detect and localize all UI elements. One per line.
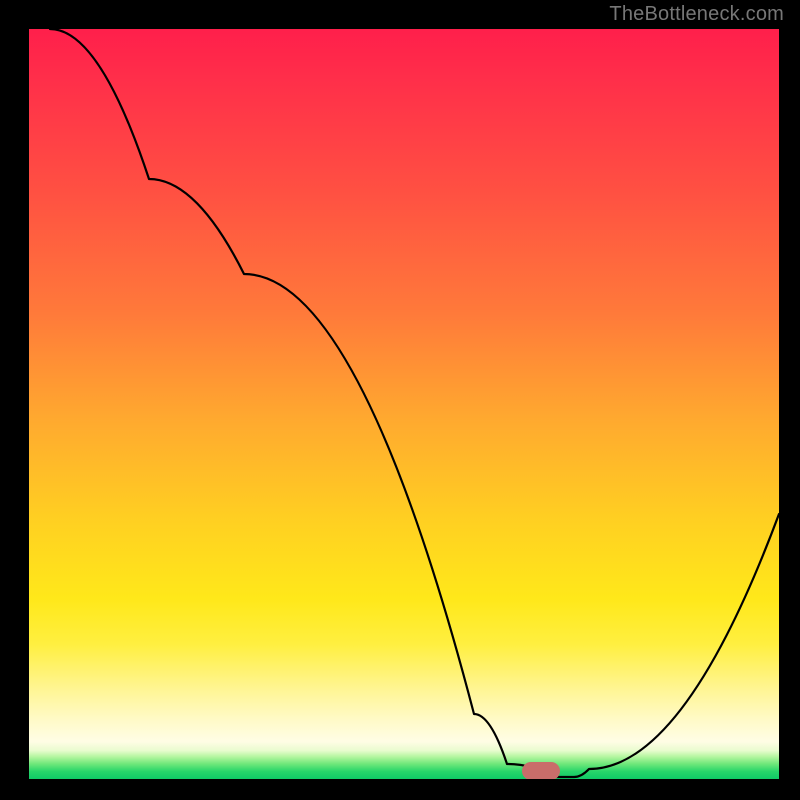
bottleneck-curve bbox=[29, 29, 779, 779]
plot-area bbox=[29, 29, 779, 779]
optimal-marker bbox=[522, 762, 560, 779]
watermark-text: TheBottleneck.com bbox=[609, 0, 784, 28]
curve-path bbox=[50, 29, 779, 777]
plot-border bbox=[25, 25, 783, 783]
chart-frame: TheBottleneck.com bbox=[0, 0, 800, 800]
